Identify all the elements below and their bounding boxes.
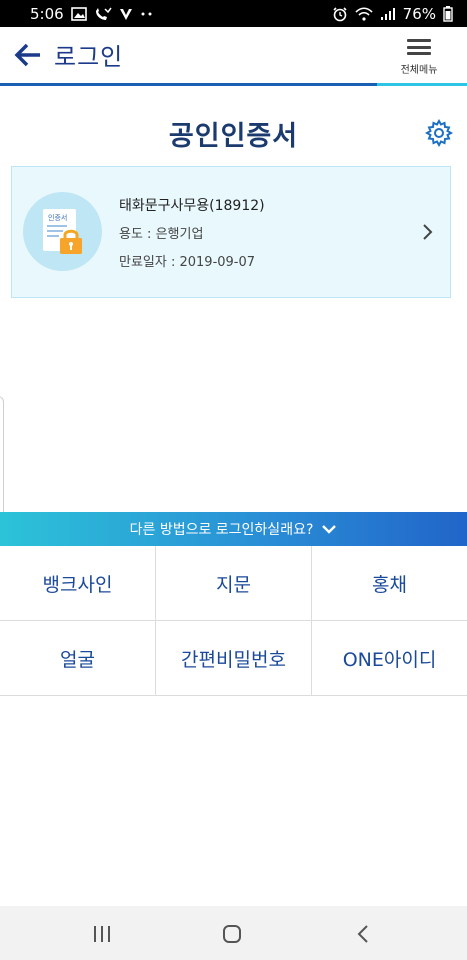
battery-icon [443, 5, 453, 22]
certificate-badge-text: 인증서 [48, 213, 67, 222]
certificate-expiry: 만료일자 : 2019-09-07 [119, 255, 256, 270]
login-option-face[interactable]: 얼굴 [0, 621, 156, 696]
gear-icon [424, 118, 454, 148]
back-nav-button[interactable] [350, 920, 378, 948]
certificate-lock-icon: 인증서 [43, 209, 82, 254]
chevron-down-icon [322, 525, 337, 534]
back-icon [357, 925, 368, 943]
hamburger-icon [407, 39, 431, 55]
recent-apps-icon [94, 926, 110, 942]
chevron-right-icon [423, 224, 433, 240]
alternative-login-label: 다른 방법으로 로그인하실래요? [129, 522, 314, 538]
app-header: 로그인 전체메뉴 [0, 27, 467, 83]
status-time: 5:06 [30, 4, 64, 23]
login-option-one-id[interactable]: ONE아이디 [312, 621, 467, 696]
certificate-name: 태화문구사무용(18912) [119, 198, 265, 214]
full-menu-label: 전체메뉴 [400, 65, 438, 76]
more-dots-icon [141, 12, 152, 15]
back-arrow-icon [14, 43, 40, 67]
header-divider-accent [377, 83, 467, 86]
settings-button[interactable] [424, 118, 454, 148]
alternative-login-options: 뱅크사인 지문 홍채 얼굴 간편비밀번호 ONE아이디 [0, 546, 467, 696]
certificate-badge: 인증서 [23, 192, 102, 271]
login-option-banksign[interactable]: 뱅크사인 [0, 546, 156, 621]
signal-icon [380, 7, 395, 20]
battery-percent: 76% [402, 4, 436, 23]
alternative-login-toggle[interactable]: 다른 방법으로 로그인하실래요? [0, 512, 467, 546]
v-icon [119, 8, 132, 20]
home-button[interactable] [218, 920, 246, 948]
login-option-simple-password[interactable]: 간편비밀번호 [156, 621, 312, 696]
back-button[interactable] [12, 39, 46, 71]
login-option-fingerprint[interactable]: 지문 [156, 546, 312, 621]
missed-call-icon [95, 7, 112, 20]
page-title: 공인인증서 [168, 121, 299, 152]
certificate-card[interactable]: 인증서 태화문구사무용(18912) 용도 : 은행기업 만료일자 : 2019… [11, 166, 451, 298]
status-bar: 5:06 76% [0, 0, 467, 27]
wifi-icon [355, 6, 373, 21]
home-icon [223, 925, 241, 943]
alarm-icon [333, 6, 347, 21]
full-menu-button[interactable]: 전체메뉴 [393, 37, 445, 79]
system-nav-bar [0, 906, 467, 960]
status-right: 76% [332, 5, 453, 23]
recent-apps-button[interactable] [88, 920, 116, 948]
login-option-iris[interactable]: 홍채 [312, 546, 467, 621]
gallery-icon [70, 6, 87, 21]
certificate-usage: 용도 : 은행기업 [119, 227, 204, 242]
status-left: 5:06 [30, 5, 154, 23]
page-header-title: 로그인 [54, 43, 124, 71]
